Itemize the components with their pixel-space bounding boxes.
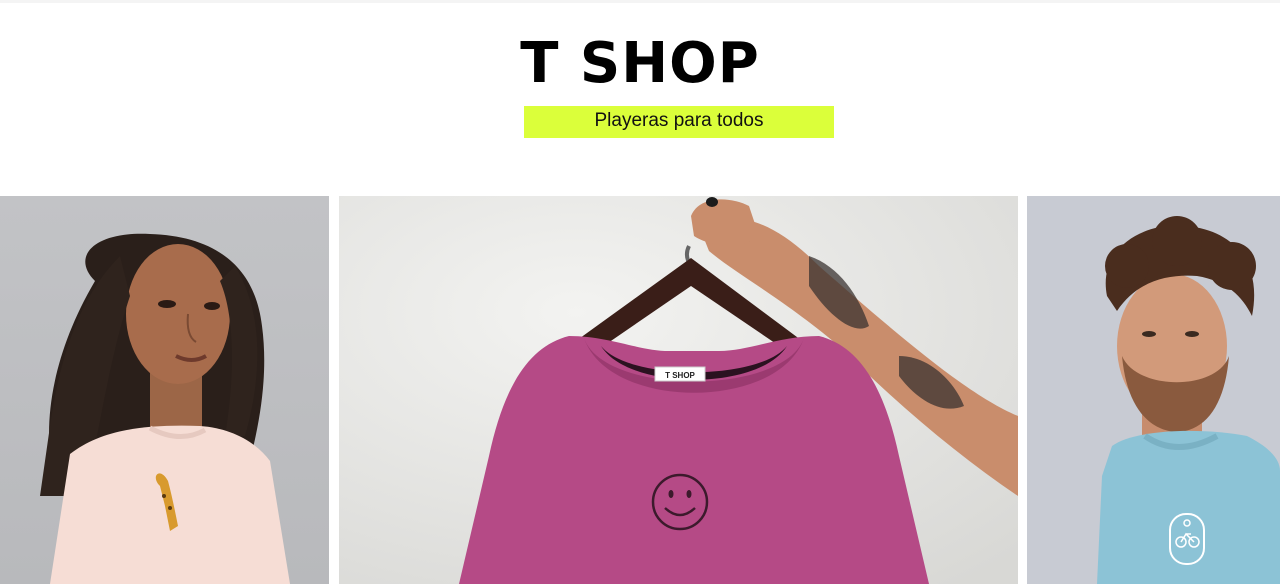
shirt-label-text: T SHOP bbox=[665, 371, 695, 380]
gallery-photo-hanger[interactable]: T SHOP bbox=[339, 196, 1018, 584]
gallery-photo-woman[interactable] bbox=[0, 196, 329, 584]
top-strip bbox=[0, 0, 1280, 3]
brand-logo[interactable]: T SHOP bbox=[0, 30, 1280, 98]
tagline-banner: Playeras para todos bbox=[524, 106, 834, 138]
woman-photo-illustration bbox=[0, 196, 329, 584]
hanger-photo-illustration: T SHOP bbox=[339, 196, 1018, 584]
man-photo-illustration bbox=[1027, 196, 1280, 584]
gallery-photo-man[interactable] bbox=[1027, 196, 1280, 584]
